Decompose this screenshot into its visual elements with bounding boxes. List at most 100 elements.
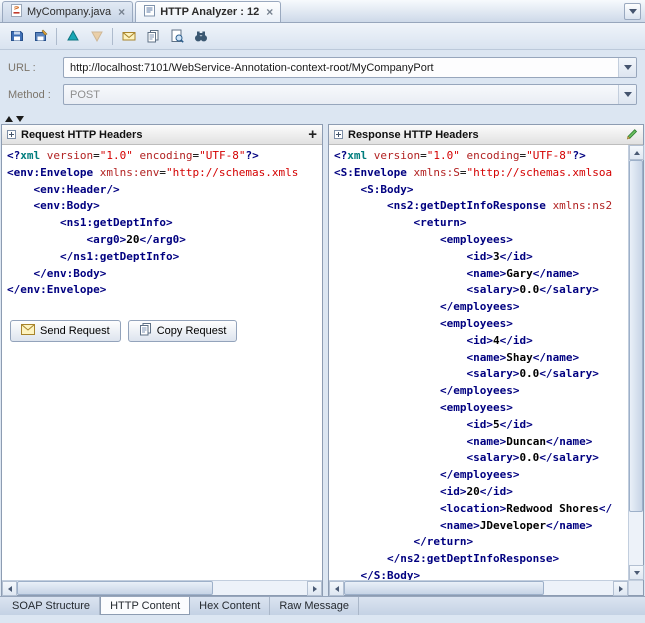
method-select[interactable]: POST (63, 84, 637, 105)
response-xml[interactable]: <?xml version="1.0" encoding="UTF-8"?> <S… (329, 145, 628, 580)
tab-label: MyCompany.java (27, 6, 112, 18)
code-token: ?> (245, 149, 259, 162)
code-token: 20 (126, 232, 140, 246)
status-filler (0, 615, 645, 623)
scroll-right-icon[interactable] (613, 581, 628, 596)
code-token: "UTF-8" (199, 149, 246, 162)
code-token: 0.0 (519, 451, 540, 465)
copy-icon[interactable] (141, 25, 164, 47)
chevron-down-icon (628, 9, 637, 14)
close-tab-icon[interactable]: × (118, 6, 125, 18)
tab-http-content[interactable]: HTTP Content (100, 597, 191, 615)
document-tabbar: MyCompany.java × HTTP Analyzer : 12 × (0, 0, 645, 23)
response-panel: Response HTTP Headers <?xml version="1.0… (328, 124, 644, 596)
tab-label: HTTP Analyzer : 12 (160, 6, 260, 18)
scroll-up-icon[interactable] (629, 145, 644, 160)
scrollbar-corner (628, 580, 643, 595)
code-line: <ns1:getDeptInfo> (7, 215, 322, 232)
code-line: </S:Body> (334, 568, 628, 580)
code-token: </ns1:getDeptInfo> (59, 249, 180, 263)
tab-http-analyzer[interactable]: HTTP Analyzer : 12 × (135, 1, 282, 22)
code-token: xml (347, 149, 368, 162)
code-token: </ns2:getDeptInfoResponse> (386, 552, 560, 566)
scrollbar-thumb[interactable] (629, 160, 643, 512)
tab-hex-content[interactable]: Hex Content (190, 597, 271, 615)
code-line: <env:Header/> (7, 182, 322, 199)
mail-icon (21, 324, 35, 338)
code-token: </employees> (439, 468, 520, 482)
request-buttons: Send Request Copy Request (10, 320, 322, 343)
method-value: POST (70, 88, 100, 101)
url-value: http://localhost:7101/WebService-Annotat… (70, 61, 434, 74)
binoculars-icon[interactable] (189, 25, 212, 47)
scroll-left-icon[interactable] (329, 581, 344, 596)
code-line: <return> (334, 215, 628, 232)
tab-soap-structure[interactable]: SOAP Structure (3, 597, 101, 615)
request-panel-filler (2, 342, 322, 580)
url-input[interactable]: http://localhost:7101/WebService-Annotat… (63, 57, 637, 78)
url-dropdown-icon[interactable] (618, 58, 636, 77)
code-token: <name> (466, 434, 507, 448)
collapse-down-icon[interactable] (16, 115, 24, 122)
code-token: </employees> (439, 384, 520, 398)
response-hscroll-row (329, 580, 643, 596)
code-token: </env:Body> (33, 266, 107, 280)
code-token: Gary (506, 266, 533, 280)
response-horizontal-scrollbar[interactable] (329, 580, 628, 596)
code-token: xmlns:ns2 (552, 199, 613, 213)
add-request-header-icon[interactable] (308, 129, 317, 141)
send-mail-icon[interactable] (117, 25, 140, 47)
scrollbar-thumb[interactable] (344, 581, 544, 595)
code-token: "1.0" (99, 149, 133, 162)
resend-up-icon[interactable] (61, 25, 84, 47)
scroll-right-icon[interactable] (307, 581, 322, 596)
download-down-icon[interactable] (85, 25, 108, 47)
method-dropdown-icon[interactable] (618, 85, 636, 104)
code-line: <env:Envelope xmlns:env="http://schemas.… (7, 165, 322, 182)
page-find-icon[interactable] (165, 25, 188, 47)
save-icon[interactable] (5, 25, 28, 47)
code-token: Duncan (506, 434, 546, 448)
expand-response-headers-toggle[interactable] (334, 130, 343, 139)
send-request-button[interactable]: Send Request (10, 320, 121, 343)
code-token: 3 (492, 249, 500, 263)
scroll-down-icon[interactable] (629, 565, 644, 580)
code-token: 20 (466, 484, 480, 498)
code-line: <employees> (334, 400, 628, 417)
expand-request-headers-toggle[interactable] (7, 130, 16, 139)
copy-request-button[interactable]: Copy Request (127, 320, 238, 343)
code-token: </id> (499, 417, 533, 431)
code-token: "UTF-8" (526, 149, 573, 162)
code-token: <employees> (439, 232, 513, 246)
code-token: <return> (413, 216, 467, 230)
collapse-up-icon[interactable] (5, 115, 13, 122)
response-vertical-scrollbar[interactable] (628, 145, 644, 580)
close-tab-icon[interactable]: × (266, 6, 273, 18)
tab-raw-message[interactable]: Raw Message (270, 597, 360, 615)
code-token: </return> (413, 535, 474, 549)
tab-mycompany-java[interactable]: MyCompany.java × (2, 1, 134, 22)
code-token: Shay (506, 350, 533, 364)
edit-pencil-icon[interactable] (624, 126, 638, 143)
copy-request-label: Copy Request (156, 325, 227, 338)
request-xml[interactable]: <?xml version="1.0" encoding="UTF-8"?> <e… (2, 145, 322, 300)
scroll-left-icon[interactable] (2, 581, 17, 596)
method-label: Method : (8, 88, 51, 101)
code-line: <name>Shay</name> (334, 350, 628, 367)
request-horizontal-scrollbar[interactable] (2, 580, 322, 596)
code-line: <name>Duncan</name> (334, 434, 628, 451)
request-panel-title: Request HTTP Headers (21, 128, 143, 141)
tab-list-dropdown[interactable] (624, 3, 641, 20)
scrollbar-thumb[interactable] (17, 581, 213, 595)
save-as-icon[interactable] (29, 25, 52, 47)
